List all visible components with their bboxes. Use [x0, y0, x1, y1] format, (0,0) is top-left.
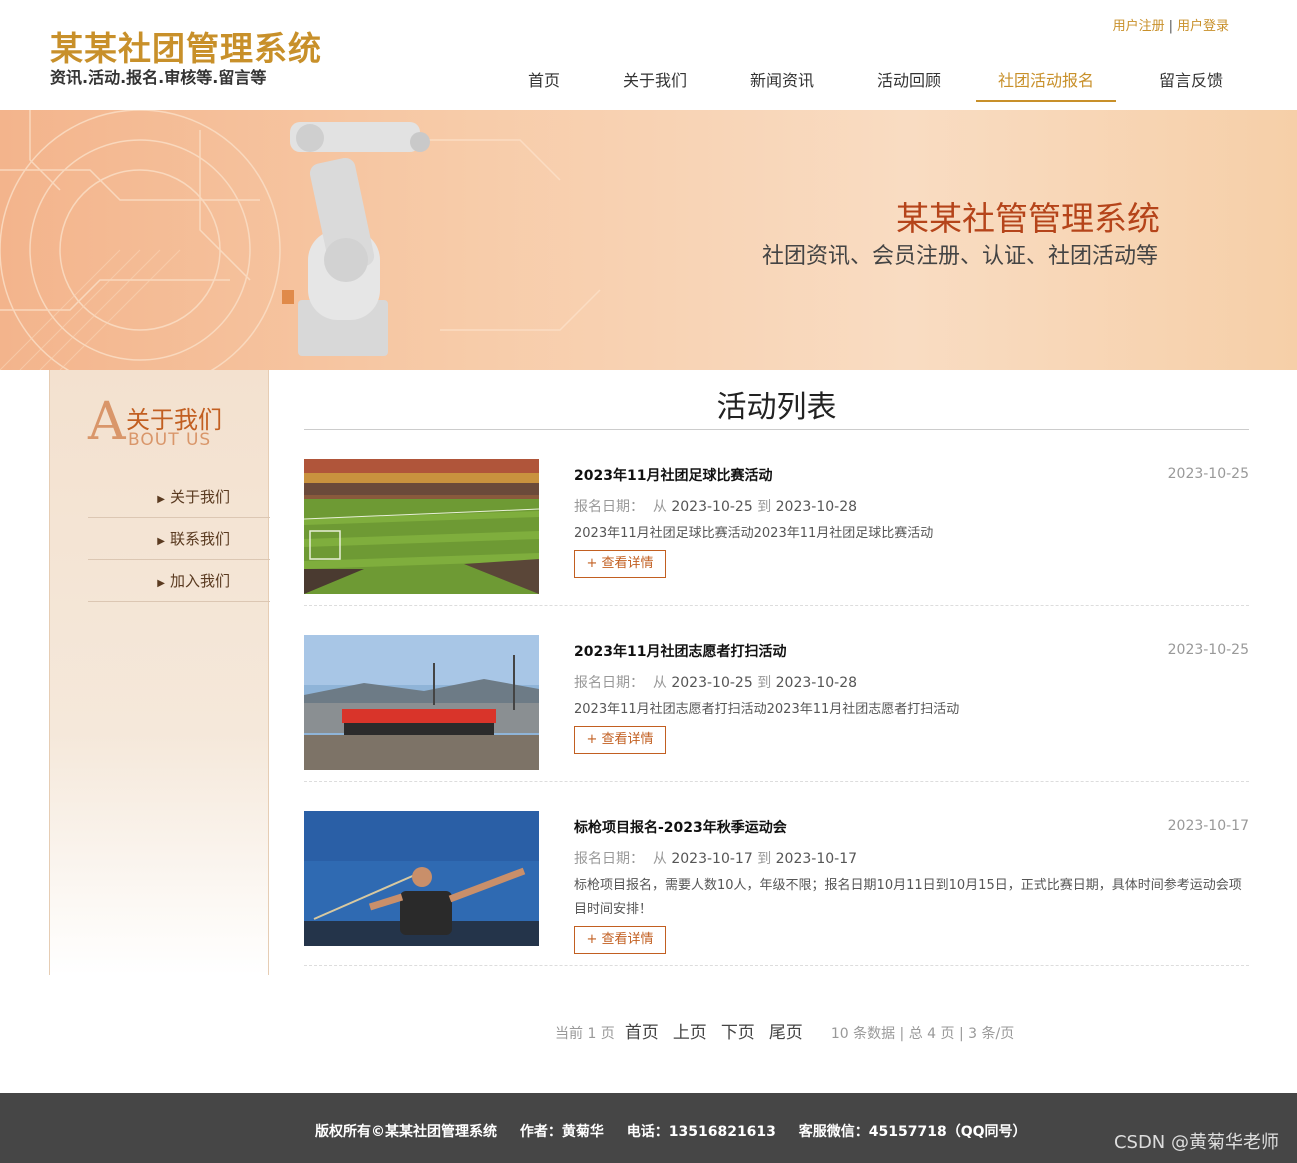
- activity-period: 报名日期： 从 2023-10-17 到 2023-10-17: [574, 848, 857, 868]
- sidebar-item-contact[interactable]: ▶ 联系我们: [88, 518, 270, 560]
- activity-date: 2023-10-17: [1167, 818, 1249, 834]
- banner-subtitle: 社团资讯、会员注册、认证、社团活动等: [762, 244, 1159, 269]
- pager-prev[interactable]: 上页: [673, 1018, 707, 1043]
- period-from-word: 从: [652, 499, 667, 515]
- pager-info: 10 条数据 | 总 4 页 | 3 条/页: [830, 1026, 1015, 1042]
- header: 某某社团管理系统 资讯.活动.报名.审核等.留言等 用户注册 | 用户登录 首页 关…: [0, 0, 1297, 110]
- nav-about[interactable]: 关于我们: [588, 62, 722, 102]
- banner: 某某社管管理系统 社团资讯、会员注册、认证、社团活动等: [0, 110, 1297, 370]
- activity-desc: 2023年11月社团志愿者打扫活动2023年11月社团志愿者打扫活动: [574, 702, 960, 717]
- footer-wechat: 客服微信：45157718（QQ同号）: [798, 1124, 1027, 1140]
- activity-period: 报名日期： 从 2023-10-25 到 2023-10-28: [574, 672, 857, 692]
- activity-item: 2023年11月社团志愿者打扫活动 2023-10-25 报名日期： 从 202…: [304, 606, 1249, 782]
- period-label: 报名日期：: [574, 851, 644, 867]
- link-separator: |: [1168, 19, 1173, 34]
- nav-signup[interactable]: 社团活动报名: [976, 62, 1116, 102]
- nav-review[interactable]: 活动回顾: [842, 62, 976, 102]
- period-to-word: 到: [757, 851, 772, 867]
- user-links: 用户注册 | 用户登录: [1113, 15, 1229, 34]
- main-content: 活动列表 2023年11月社团足球比赛活动 2023-10-25 报名日期： 从…: [304, 370, 1249, 966]
- sidebar-item-label: 加入我们: [169, 572, 230, 590]
- triangle-right-icon: ▶: [157, 494, 165, 505]
- activity-item: 标枪项目报名-2023年秋季运动会 2023-10-17 报名日期： 从 202…: [304, 782, 1249, 966]
- register-link[interactable]: 用户注册: [1113, 19, 1165, 34]
- footer-author: 作者：黄菊华: [519, 1124, 604, 1140]
- watermark: CSDN @黄菊华老师: [1113, 1132, 1279, 1153]
- site-subtitle: 资讯.活动.报名.审核等.留言等: [50, 68, 267, 87]
- triangle-right-icon: ▶: [157, 536, 165, 547]
- sidebar-item-join[interactable]: ▶ 加入我们: [88, 560, 270, 602]
- period-end: 2023-10-28: [775, 675, 858, 691]
- main-nav: 首页 关于我们 新闻资讯 活动回顾 社团活动报名 留言反馈: [500, 62, 1266, 102]
- nav-news[interactable]: 新闻资讯: [722, 62, 842, 102]
- site-title[interactable]: 某某社团管理系统: [50, 22, 322, 70]
- activity-period: 报名日期： 从 2023-10-25 到 2023-10-28: [574, 496, 857, 516]
- period-end: 2023-10-28: [775, 499, 858, 515]
- activity-thumbnail-javelin[interactable]: [304, 811, 539, 946]
- activity-date: 2023-10-25: [1167, 466, 1249, 482]
- pager-current: 当前 1 页: [555, 1026, 615, 1042]
- activity-item: 2023年11月社团足球比赛活动 2023-10-25 报名日期： 从 2023…: [304, 430, 1249, 606]
- period-start: 2023-10-17: [671, 851, 753, 867]
- period-end: 2023-10-17: [775, 851, 858, 867]
- sidebar-big-letter: A: [88, 392, 126, 452]
- activity-desc: 标枪项目报名，需要人数10人，年级不限；报名日期10月11日到10月15日，正式…: [574, 878, 1242, 917]
- period-from-word: 从: [652, 675, 667, 691]
- activity-title[interactable]: 2023年11月社团足球比赛活动: [574, 465, 772, 485]
- nav-feedback[interactable]: 留言反馈: [1116, 62, 1266, 102]
- pager-next[interactable]: 下页: [721, 1018, 755, 1043]
- sidebar-item-about[interactable]: ▶ 关于我们: [88, 476, 270, 518]
- activity-title[interactable]: 标枪项目报名-2023年秋季运动会: [574, 817, 787, 837]
- robot-arm-illustration: [282, 122, 430, 356]
- pager-first[interactable]: 首页: [625, 1018, 659, 1043]
- sidebar-item-label: 联系我们: [169, 530, 230, 548]
- footer-copyright: 版权所有©某某社团管理系统: [315, 1124, 497, 1140]
- period-start: 2023-10-25: [671, 499, 753, 515]
- period-label: 报名日期：: [574, 499, 644, 515]
- sidebar-heading-en: BOUT US: [128, 430, 212, 450]
- view-detail-button[interactable]: + 查看详情: [574, 726, 666, 754]
- footer: 版权所有©某某社团管理系统 作者：黄菊华 电话：13516821613 客服微信…: [0, 1093, 1297, 1163]
- period-from-word: 从: [652, 851, 667, 867]
- activity-desc: 2023年11月社团足球比赛活动2023年11月社团足球比赛活动: [574, 526, 934, 541]
- view-detail-button[interactable]: + 查看详情: [574, 550, 666, 578]
- footer-phone: 电话：13516821613: [626, 1124, 776, 1140]
- period-to-word: 到: [757, 675, 772, 691]
- pager-last[interactable]: 尾页: [769, 1018, 803, 1043]
- login-link[interactable]: 用户登录: [1177, 19, 1229, 34]
- pagination: 当前 1 页 首页 上页 下页 尾页 10 条数据 | 总 4 页 | 3 条/…: [555, 1018, 1014, 1043]
- period-start: 2023-10-25: [671, 675, 753, 691]
- sidebar-heading: A 关于我们 BOUT US: [88, 394, 258, 454]
- banner-title: 某某社管管理系统: [896, 199, 1160, 238]
- activity-thumbnail-volunteers[interactable]: [304, 635, 539, 770]
- triangle-right-icon: ▶: [157, 578, 165, 589]
- nav-home[interactable]: 首页: [500, 62, 588, 102]
- view-detail-button[interactable]: + 查看详情: [574, 926, 666, 954]
- activity-thumbnail-football[interactable]: [304, 459, 539, 594]
- period-to-word: 到: [757, 499, 772, 515]
- footer-line: 版权所有©某某社团管理系统 作者：黄菊华 电话：13516821613 客服微信…: [315, 1121, 1045, 1141]
- sidebar-menu: ▶ 关于我们 ▶ 联系我们 ▶ 加入我们: [88, 476, 270, 602]
- page-title: 活动列表: [304, 370, 1249, 430]
- activity-title[interactable]: 2023年11月社团志愿者打扫活动: [574, 641, 786, 661]
- activity-date: 2023-10-25: [1167, 642, 1249, 658]
- period-label: 报名日期：: [574, 675, 644, 691]
- sidebar-item-label: 关于我们: [169, 488, 230, 506]
- sidebar: A 关于我们 BOUT US ▶ 关于我们 ▶ 联系我们 ▶ 加入我们: [49, 370, 270, 975]
